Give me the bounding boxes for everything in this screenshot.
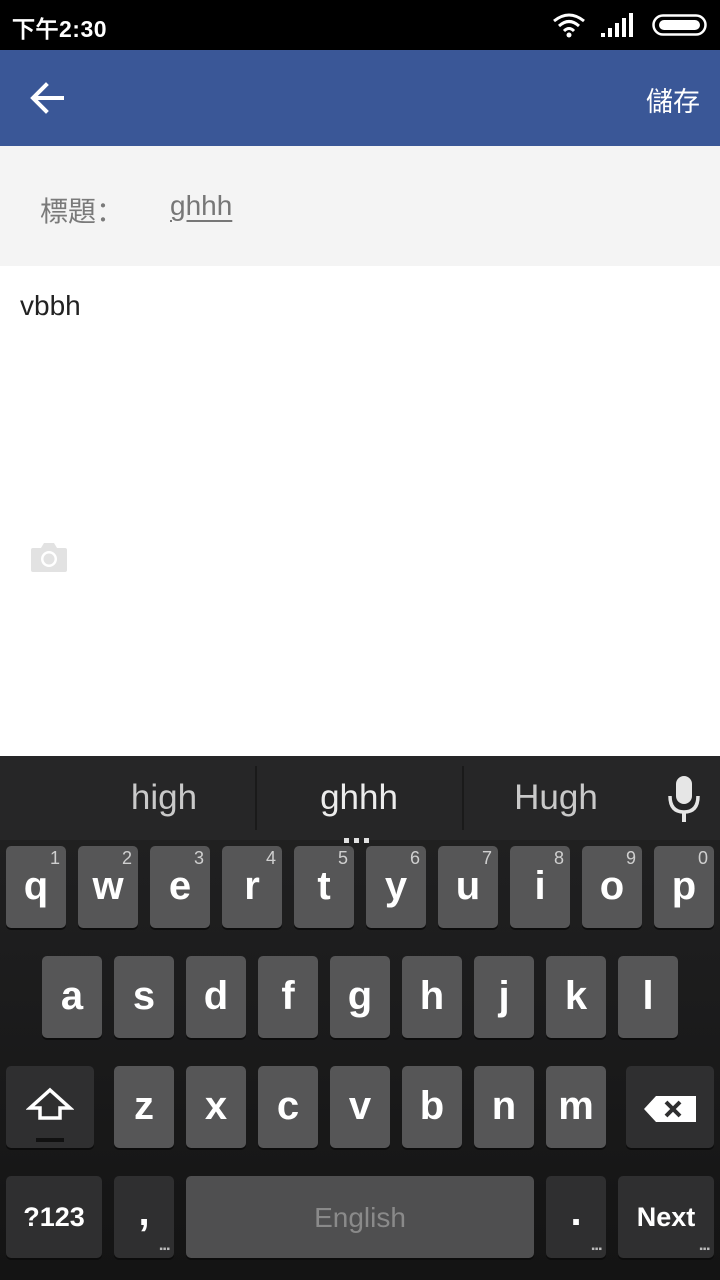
symbols-key[interactable]: ?123	[6, 1176, 102, 1258]
key-g[interactable]: g	[330, 956, 390, 1038]
shift-icon	[26, 1087, 74, 1120]
key-label: j	[498, 974, 510, 1018]
key-label: d	[203, 974, 229, 1018]
app-bar: 儲存	[0, 50, 720, 146]
suggestion-bar: high ghhh Hugh	[0, 756, 720, 843]
key-label: v	[348, 1084, 372, 1128]
key-r[interactable]: 4r	[222, 846, 282, 928]
key-y[interactable]: 6y	[366, 846, 426, 928]
signal-icon	[601, 13, 633, 37]
key-i[interactable]: 8i	[510, 846, 570, 928]
key-l[interactable]: l	[618, 956, 678, 1038]
key-m[interactable]: m	[546, 1066, 606, 1148]
period-key[interactable]: . ▪▪▪	[546, 1176, 606, 1258]
key-label: Next	[636, 1202, 696, 1232]
status-time: 下午2:30	[12, 16, 108, 42]
key-label: k	[564, 974, 588, 1018]
key-o[interactable]: 9o	[582, 846, 642, 928]
key-label: r	[244, 864, 260, 908]
key-k[interactable]: k	[546, 956, 606, 1038]
arrow-left-icon	[30, 82, 64, 114]
key-label: c	[276, 1084, 300, 1128]
key-label: .	[570, 1190, 582, 1234]
key-label: u	[455, 864, 481, 908]
key-c[interactable]: c	[258, 1066, 318, 1148]
key-label: p	[671, 864, 697, 908]
title-row: 標題： ghhh	[0, 146, 720, 266]
key-label: h	[419, 974, 445, 1018]
key-label: g	[347, 974, 373, 1018]
key-label: f	[281, 974, 295, 1018]
status-bar: 下午2:30	[0, 0, 720, 50]
key-p[interactable]: 0p	[654, 846, 714, 928]
microphone-icon	[668, 776, 700, 822]
title-label: 標題：	[40, 195, 125, 228]
shift-indicator	[36, 1138, 64, 1142]
key-d[interactable]: d	[186, 956, 246, 1038]
suggestion-right[interactable]: Hugh	[456, 778, 656, 818]
voice-input-button[interactable]	[664, 774, 704, 824]
key-v[interactable]: v	[330, 1066, 390, 1148]
comma-key[interactable]: , ▪▪▪	[114, 1176, 174, 1258]
title-input[interactable]: ghhh	[170, 190, 232, 222]
space-key-label: English	[314, 1202, 406, 1233]
more-suggestions-indicator	[344, 828, 374, 843]
soft-keyboard: high ghhh Hugh 1q 2w 3e 4r 5t 6y 7u 8i 9…	[0, 756, 720, 1280]
key-s[interactable]: s	[114, 956, 174, 1038]
more-keys-indicator: ▪▪▪	[699, 1244, 710, 1255]
camera-icon	[31, 543, 67, 572]
key-label: w	[92, 864, 124, 908]
body-input[interactable]: vbbh	[20, 290, 81, 322]
key-label: b	[419, 1084, 445, 1128]
suggestion-divider	[255, 766, 257, 830]
key-label: y	[384, 864, 408, 908]
key-h[interactable]: h	[402, 956, 462, 1038]
suggestion-center[interactable]: ghhh	[259, 778, 459, 818]
key-b[interactable]: b	[402, 1066, 462, 1148]
save-button[interactable]: 儲存	[646, 80, 700, 119]
key-t[interactable]: 5t	[294, 846, 354, 928]
key-f[interactable]: f	[258, 956, 318, 1038]
backspace-icon	[644, 1096, 696, 1122]
key-label: z	[134, 1084, 154, 1128]
next-key[interactable]: Next ▪▪▪	[618, 1176, 714, 1258]
key-label: t	[317, 864, 331, 908]
key-label: m	[558, 1084, 594, 1128]
key-label: x	[204, 1084, 228, 1128]
key-label: i	[534, 864, 546, 908]
key-q[interactable]: 1q	[6, 846, 66, 928]
key-n[interactable]: n	[474, 1066, 534, 1148]
more-keys-indicator: ▪▪▪	[591, 1244, 602, 1255]
shift-key[interactable]	[6, 1066, 94, 1148]
key-x[interactable]: x	[186, 1066, 246, 1148]
key-label: ?123	[23, 1202, 85, 1232]
key-a[interactable]: a	[42, 956, 102, 1038]
space-key[interactable]: English	[186, 1176, 534, 1258]
key-label: q	[23, 864, 49, 908]
key-w[interactable]: 2w	[78, 846, 138, 928]
key-u[interactable]: 7u	[438, 846, 498, 928]
key-j[interactable]: j	[474, 956, 534, 1038]
back-button[interactable]	[22, 72, 74, 124]
backspace-key[interactable]	[626, 1066, 714, 1148]
camera-button[interactable]	[29, 540, 69, 574]
key-e[interactable]: 3e	[150, 846, 210, 928]
key-label: o	[599, 864, 625, 908]
more-keys-indicator: ▪▪▪	[159, 1244, 170, 1255]
key-label: e	[168, 864, 192, 908]
key-label: n	[491, 1084, 517, 1128]
battery-icon	[652, 14, 707, 36]
wifi-icon	[553, 13, 585, 38]
key-label: l	[642, 974, 654, 1018]
key-label: ,	[138, 1190, 150, 1234]
key-label: s	[132, 974, 156, 1018]
suggestion-left[interactable]: high	[64, 778, 264, 818]
key-label: a	[60, 974, 84, 1018]
key-z[interactable]: z	[114, 1066, 174, 1148]
